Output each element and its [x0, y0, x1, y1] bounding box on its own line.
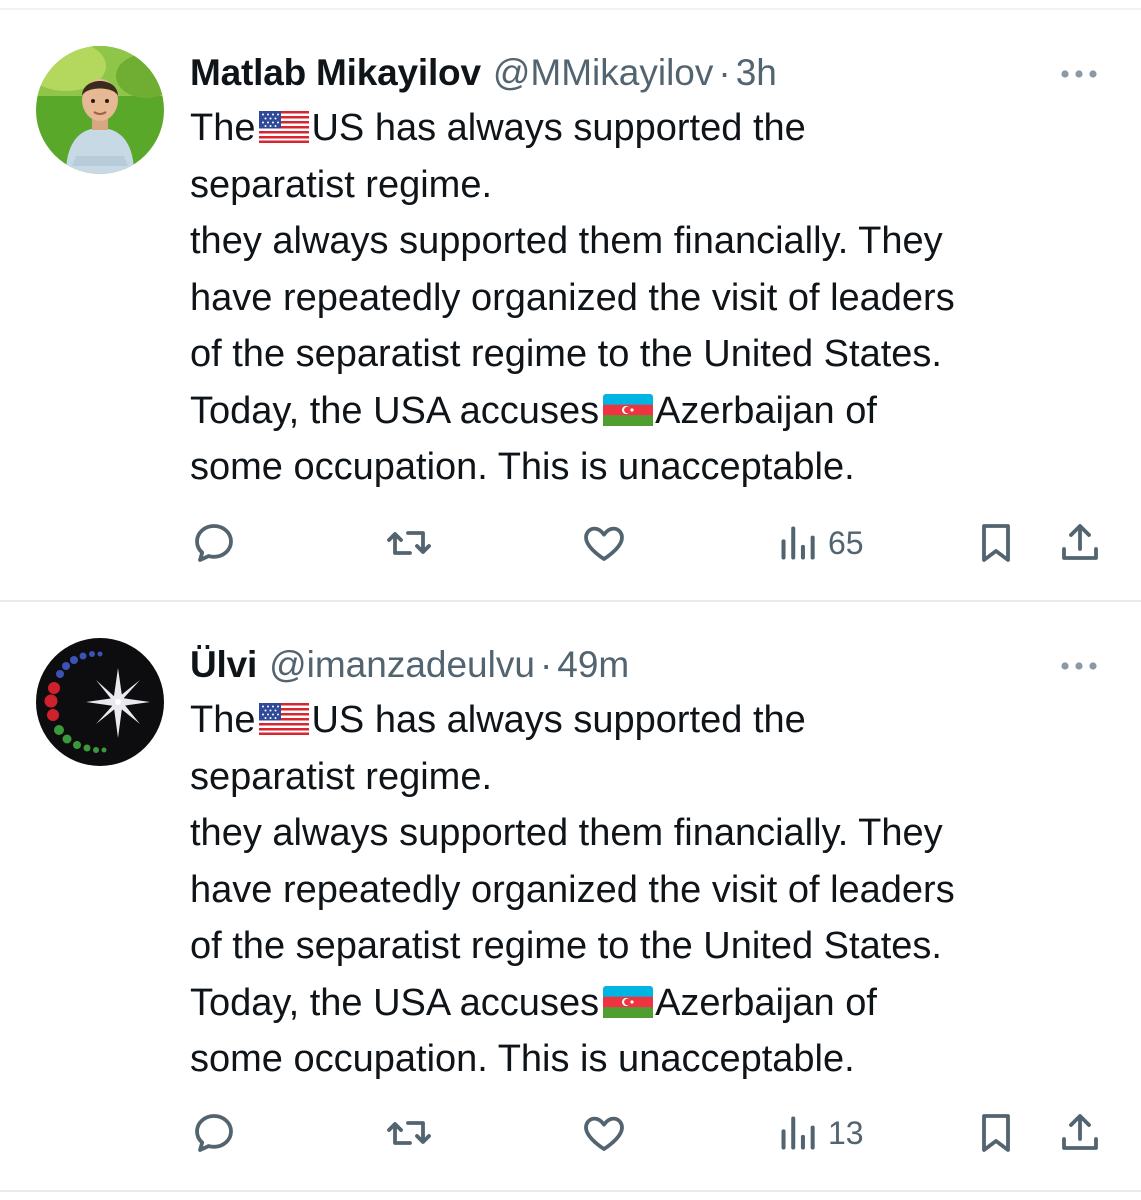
text-line: some occupation. This is unacceptable.	[190, 446, 855, 488]
tweet[interactable]: Ülvi @imanzadeulvu · 49m The US has alway…	[0, 602, 1141, 1190]
tweet-text: The US has always supported the separatis…	[190, 100, 1090, 496]
avatar[interactable]	[36, 46, 164, 174]
text-line: The US has always supported the	[190, 100, 1090, 157]
tweet-text: The US has always supported the separatis…	[190, 692, 1090, 1088]
us-flag-emoji	[259, 103, 310, 160]
like-button[interactable]	[580, 515, 628, 571]
text-line: Today, the USA accuses Azerbaijan of	[190, 975, 1090, 1032]
share-icon	[1062, 524, 1098, 560]
timestamp[interactable]: 3h	[736, 44, 777, 102]
bookmark-button[interactable]	[972, 1105, 1020, 1161]
avatar[interactable]	[36, 638, 164, 766]
text-fragment: The	[190, 107, 256, 149]
text-line: have repeatedly organized the visit of l…	[190, 868, 955, 911]
views-button[interactable]: 65	[776, 515, 864, 571]
text-fragment: Azerbaijan of	[655, 389, 877, 432]
text-line: The US has always supported the	[190, 692, 1090, 749]
heart-icon	[584, 1116, 624, 1151]
reply-button[interactable]	[190, 515, 238, 571]
display-name[interactable]: Matlab Mikayilov	[190, 44, 481, 102]
more-options-icon[interactable]	[1057, 646, 1101, 686]
tweet-header: Matlab Mikayilov @MMikayilov · 3h	[190, 44, 777, 102]
share-button[interactable]	[1056, 515, 1104, 571]
user-handle[interactable]: @MMikayilov	[493, 44, 714, 102]
retweet-icon	[387, 1121, 431, 1145]
text-fragment: Today, the USA accuses	[190, 981, 600, 1024]
views-button[interactable]: 13	[776, 1105, 864, 1161]
tweet[interactable]: Matlab Mikayilov @MMikayilov · 3h The US …	[0, 10, 1141, 600]
views-count: 13	[828, 1114, 864, 1151]
text-line: have repeatedly organized the visit of l…	[190, 276, 955, 319]
views-chart-icon	[781, 1116, 815, 1150]
text-line: of the separatist regime to the United S…	[190, 333, 942, 375]
user-handle[interactable]: @imanzadeulvu	[269, 636, 535, 694]
retweet-button[interactable]	[384, 515, 434, 571]
text-line: separatist regime.	[190, 755, 493, 798]
text-line: some occupation. This is unacceptable.	[190, 1038, 855, 1080]
text-line: of the separatist regime to the United S…	[190, 925, 942, 967]
heart-icon	[584, 526, 624, 561]
us-flag-emoji	[259, 695, 310, 752]
bookmark-button[interactable]	[972, 515, 1020, 571]
like-button[interactable]	[580, 1105, 628, 1161]
text-fragment: Azerbaijan of	[655, 981, 877, 1024]
timestamp[interactable]: 49m	[557, 636, 629, 694]
action-bar: 65	[190, 515, 1110, 571]
action-bar: 13	[190, 1105, 1110, 1161]
bookmark-icon	[982, 524, 1010, 562]
reply-button[interactable]	[190, 1105, 238, 1161]
share-button[interactable]	[1056, 1105, 1104, 1161]
text-line: they always supported them financially. …	[190, 220, 943, 262]
display-name[interactable]: Ülvi	[190, 636, 257, 694]
retweet-button[interactable]	[384, 1105, 434, 1161]
text-line: they always supported them financially. …	[190, 812, 943, 854]
text-fragment: US has always supported the	[311, 699, 806, 741]
azerbaijan-flag-emoji	[603, 978, 654, 1035]
more-options-icon[interactable]	[1057, 54, 1101, 94]
reply-icon	[195, 1114, 233, 1152]
tweet-divider	[0, 1190, 1141, 1192]
azerbaijan-flag-emoji	[603, 386, 654, 443]
bookmark-icon	[982, 1114, 1010, 1152]
retweet-icon	[387, 531, 431, 555]
tweet-header: Ülvi @imanzadeulvu · 49m	[190, 636, 629, 694]
text-line: separatist regime.	[190, 163, 493, 206]
text-line: Today, the USA accuses Azerbaijan of	[190, 383, 1090, 440]
separator-dot: ·	[718, 52, 731, 93]
text-fragment: US has always supported the	[311, 107, 806, 149]
views-chart-icon	[781, 526, 815, 560]
share-icon	[1062, 1114, 1098, 1150]
separator-dot: ·	[539, 644, 553, 685]
reply-icon	[195, 524, 233, 562]
views-count: 65	[828, 524, 864, 561]
text-fragment: The	[190, 699, 256, 741]
text-fragment: Today, the USA accuses	[190, 389, 600, 432]
